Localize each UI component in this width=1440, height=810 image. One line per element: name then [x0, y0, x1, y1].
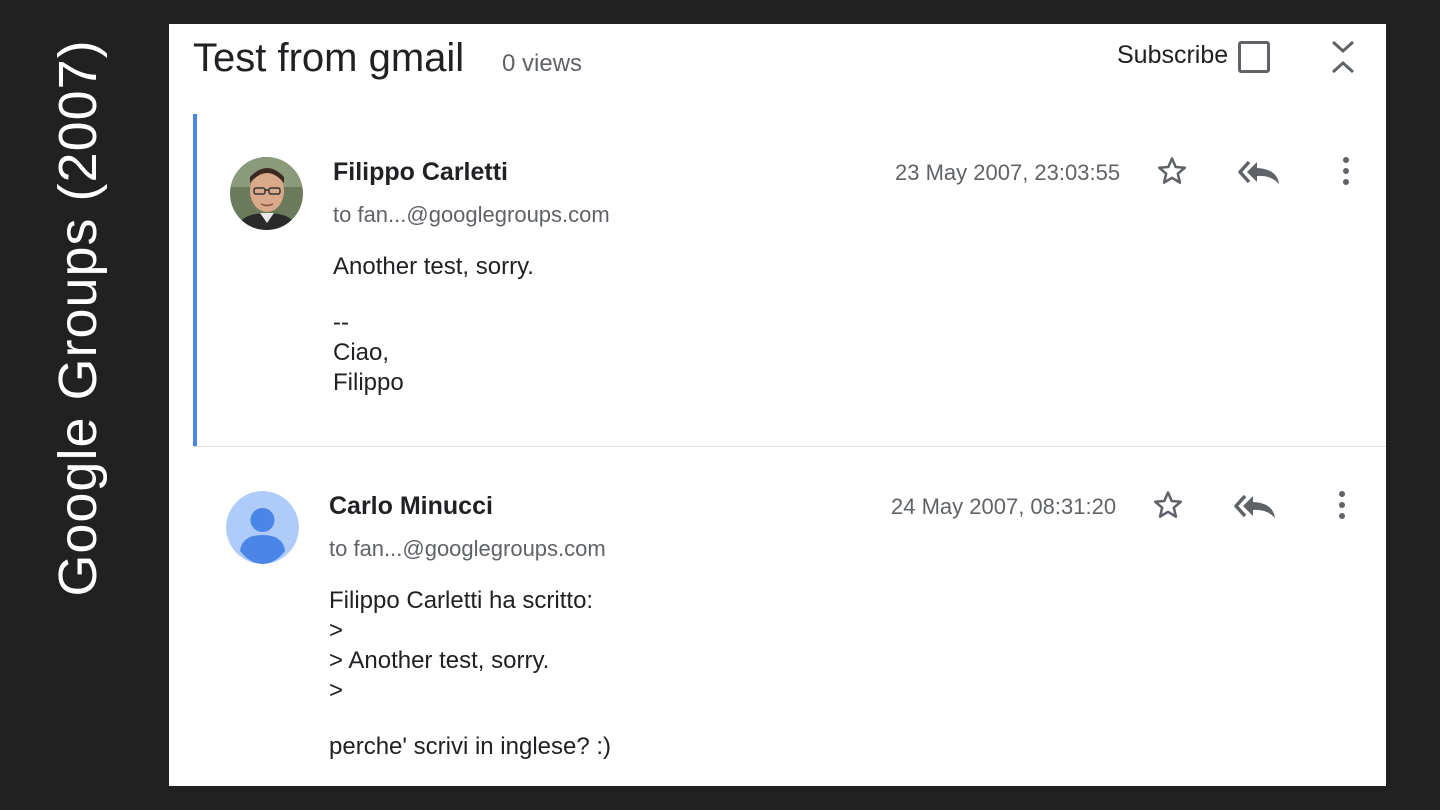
thread-title: Test from gmail [193, 36, 465, 80]
message-date: 23 May 2007, 23:03:55 [895, 160, 1121, 185]
body-line: perche' scrivi in inglese? :) [329, 733, 612, 760]
side-caption-text: Google Groups (2007) [48, 39, 108, 597]
profile-photo-icon [230, 157, 303, 230]
body-line: > Another test, sorry. [329, 647, 550, 674]
subscribe-label: Subscribe [1117, 41, 1229, 69]
subscribe-checkbox[interactable] [1238, 41, 1270, 73]
sender-name: Filippo Carletti [333, 158, 508, 186]
message-divider [193, 446, 1386, 447]
reply-all-icon[interactable] [1233, 490, 1279, 522]
thread-panel: Test from gmail 0 views Subscribe Filipp… [169, 24, 1386, 786]
message-body: Another test, sorry. -- Ciao, Filippo [333, 252, 534, 398]
message-body: Filippo Carletti ha scritto: > > Another… [329, 586, 611, 762]
body-line: > [329, 677, 344, 704]
star-icon[interactable] [1155, 154, 1189, 188]
more-vert-icon[interactable] [1331, 488, 1353, 522]
body-line: > [329, 617, 344, 644]
sender-name: Carlo Minucci [329, 492, 493, 520]
avatar [230, 157, 303, 230]
default-person-icon [226, 491, 299, 564]
recipient-line: to fan...@googlegroups.com [333, 202, 610, 227]
view-count: 0 views [502, 50, 583, 77]
star-icon[interactable] [1151, 488, 1185, 522]
collapse-all-icon[interactable] [1329, 38, 1357, 78]
message-card: Carlo Minucci to fan...@googlegroups.com… [193, 448, 1386, 786]
side-caption: Google Groups (2007) [0, 0, 169, 810]
body-line: Filippo [333, 369, 404, 396]
reply-all-icon[interactable] [1237, 156, 1283, 188]
body-line: Ciao, [333, 339, 390, 366]
message-card: Filippo Carletti to fan...@googlegroups.… [193, 114, 1386, 446]
body-line: Another test, sorry. [333, 253, 534, 280]
more-vert-icon[interactable] [1335, 154, 1357, 188]
body-line: Filippo Carletti ha scritto: [329, 587, 594, 614]
recipient-line: to fan...@googlegroups.com [329, 536, 606, 561]
avatar [226, 491, 299, 564]
body-line: -- [333, 309, 349, 336]
message-date: 24 May 2007, 08:31:20 [891, 494, 1117, 519]
